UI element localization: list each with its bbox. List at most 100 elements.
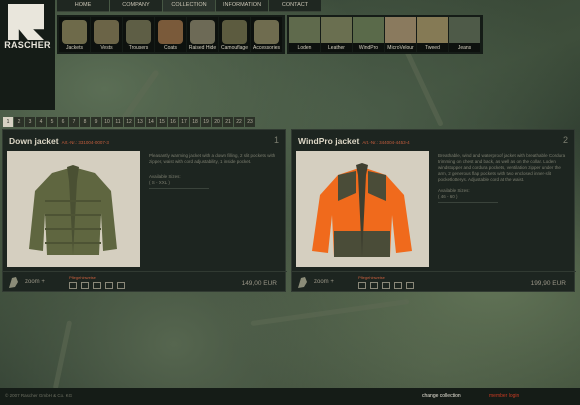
product-description: Pleasantly warming jacket with a down fi…: [149, 153, 276, 164]
product-photo[interactable]: [296, 151, 429, 267]
page-17[interactable]: 17: [179, 117, 189, 127]
windpro-swatch-icon: [353, 17, 384, 43]
page-7[interactable]: 7: [69, 117, 79, 127]
page-23[interactable]: 23: [245, 117, 255, 127]
card-footer: zoom + Pflegehinweise 199,90 EUR: [292, 271, 576, 293]
accessories-thumb-icon: [254, 20, 279, 44]
page-4[interactable]: 4: [36, 117, 46, 127]
page-22[interactable]: 22: [234, 117, 244, 127]
raised-hide-thumb-icon: [190, 20, 215, 44]
fabric-windpro[interactable]: WindPro: [353, 17, 384, 52]
sizes-label: Available Sizes:: [438, 188, 470, 193]
bleach-icon: [81, 282, 89, 289]
zoom-icon[interactable]: [296, 275, 309, 289]
page-1[interactable]: 1: [3, 117, 13, 127]
page-20[interactable]: 20: [212, 117, 222, 127]
category-raised-hide[interactable]: Raised Hide: [187, 17, 218, 52]
product-number: 2: [562, 135, 568, 145]
page-10[interactable]: 10: [102, 117, 112, 127]
fabric-loden[interactable]: Loden: [289, 17, 320, 52]
page-5[interactable]: 5: [47, 117, 57, 127]
page-18[interactable]: 18: [190, 117, 200, 127]
zoom-icon[interactable]: [7, 275, 20, 289]
loden-swatch-icon: [289, 17, 320, 43]
divider: [438, 202, 498, 203]
care-symbols: [358, 282, 418, 289]
camouflage-thumb-icon: [222, 20, 247, 44]
rascher-logo-icon: [8, 4, 44, 40]
trousers-thumb-icon: [126, 20, 151, 44]
wash-icon: [358, 282, 366, 289]
coat-thumb-icon: [158, 20, 183, 44]
divider: [149, 188, 209, 189]
leather-swatch-icon: [321, 17, 352, 43]
bleach-icon: [370, 282, 378, 289]
microvelour-swatch-icon: [385, 17, 416, 43]
category-bar: Jackets Vests Trousers Coats Raised Hide…: [57, 15, 285, 54]
fabric-jeans[interactable]: Jeans: [449, 17, 480, 52]
page-6[interactable]: 6: [58, 117, 68, 127]
category-camouflage[interactable]: Camouflage: [219, 17, 250, 52]
nav-company[interactable]: COMPANY: [110, 0, 162, 12]
category-accessories[interactable]: Accessories: [251, 17, 282, 52]
care-symbols: [69, 282, 129, 289]
product-title: Down jacket Art.-Nr.: 331004-0007-3: [9, 136, 109, 146]
product-description: Breathable, wind and waterproof jacket w…: [438, 153, 566, 182]
iron-icon: [93, 282, 101, 289]
page-11[interactable]: 11: [113, 117, 123, 127]
page-15[interactable]: 15: [157, 117, 167, 127]
brand-name: RASCHER: [4, 40, 51, 50]
page-14[interactable]: 14: [146, 117, 156, 127]
product-number: 1: [273, 135, 279, 145]
page-13[interactable]: 13: [135, 117, 145, 127]
page-19[interactable]: 19: [201, 117, 211, 127]
product-card: WindPro jacket Art.-Nr.: 344004-4453-4 2 …: [291, 129, 576, 293]
brand-logo[interactable]: RASCHER: [0, 0, 55, 110]
windpro-jacket-image: [312, 163, 412, 257]
main-nav: HOME COMPANY COLLECTION INFORMATION CONT…: [57, 0, 322, 12]
footer-bar: © 2007 Rascher GmbH & Co. KG change coll…: [0, 388, 580, 405]
product-price: 199,90 EUR: [530, 280, 566, 287]
page-3[interactable]: 3: [25, 117, 35, 127]
page-2[interactable]: 2: [14, 117, 24, 127]
zoom-link[interactable]: zoom +: [25, 279, 45, 285]
tweed-swatch-icon: [417, 17, 448, 43]
care-label: Pflegehinweise: [69, 275, 96, 280]
product-card: Down jacket Art.-Nr.: 331004-0007-3 1 Ple…: [2, 129, 287, 293]
page-21[interactable]: 21: [223, 117, 233, 127]
jeans-swatch-icon: [449, 17, 480, 43]
page-9[interactable]: 9: [91, 117, 101, 127]
product-article-number: Art.-Nr.: 344004-4453-4: [362, 140, 410, 145]
nav-home[interactable]: HOME: [57, 0, 109, 12]
jacket-thumb-icon: [62, 20, 87, 44]
fabric-leather[interactable]: Leather: [321, 17, 352, 52]
fabric-microvelour[interactable]: MicroVelour: [385, 17, 416, 52]
member-login-link[interactable]: member login: [489, 393, 519, 399]
tumble-dry-icon: [117, 282, 125, 289]
nav-information[interactable]: INFORMATION: [216, 0, 268, 12]
pagination: 1 2 3 4 5 6 7 8 9 10 11 12 13 14 15 16 1…: [3, 117, 256, 127]
product-article-number: Art.-Nr.: 331004-0007-3: [61, 140, 109, 145]
tumble-dry-icon: [406, 282, 414, 289]
zoom-link[interactable]: zoom +: [314, 279, 334, 285]
change-collection-link[interactable]: change collection: [422, 393, 461, 399]
category-trousers[interactable]: Trousers: [123, 17, 154, 52]
copyright: © 2007 Rascher GmbH & Co. KG: [5, 393, 73, 398]
down-jacket-image: [29, 165, 117, 255]
card-footer: zoom + Pflegehinweise 149,00 EUR: [3, 271, 287, 293]
page-8[interactable]: 8: [80, 117, 90, 127]
category-jackets[interactable]: Jackets: [59, 17, 90, 52]
page-16[interactable]: 16: [168, 117, 178, 127]
iron-icon: [382, 282, 390, 289]
category-coats[interactable]: Coats: [155, 17, 186, 52]
nav-collection[interactable]: COLLECTION: [163, 0, 215, 12]
sizes-label: Available Sizes:: [149, 174, 181, 179]
category-vests[interactable]: Vests: [91, 17, 122, 52]
care-label: Pflegehinweise: [358, 275, 385, 280]
page-12[interactable]: 12: [124, 117, 134, 127]
nav-contact[interactable]: CONTACT: [269, 0, 321, 12]
dry-clean-icon: [105, 282, 113, 289]
sizes-value: ( S - XXL ): [149, 180, 170, 185]
product-photo[interactable]: [7, 151, 140, 267]
fabric-tweed[interactable]: Tweed: [417, 17, 448, 52]
